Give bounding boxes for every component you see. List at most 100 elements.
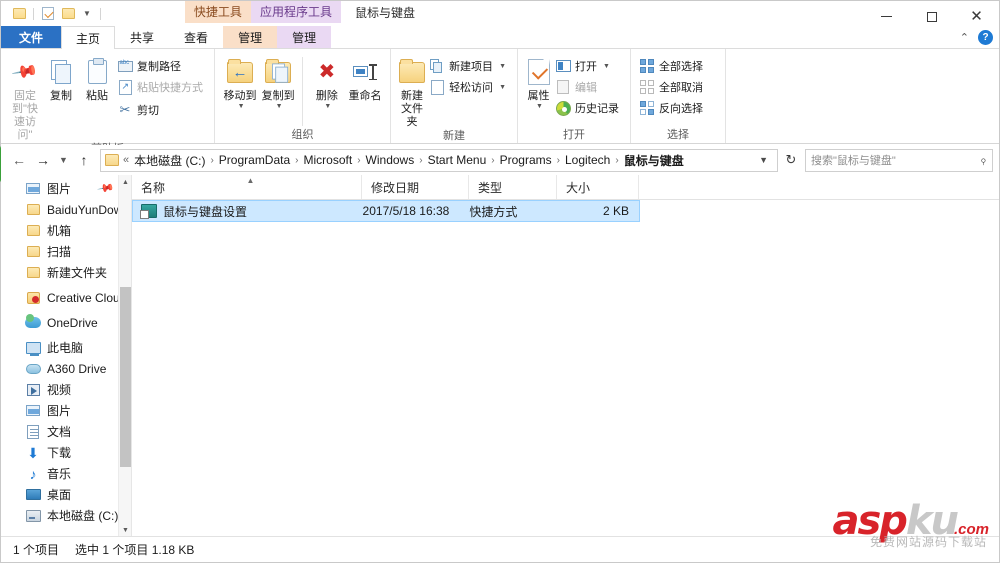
sidebar-item-videos[interactable]: 视频 bbox=[1, 379, 131, 400]
sidebar-item-local-disk-c[interactable]: 本地磁盘 (C:) bbox=[1, 505, 131, 526]
sidebar-item-saomiao[interactable]: 扫描 bbox=[1, 241, 131, 262]
copy-button[interactable]: 复制 bbox=[43, 53, 79, 103]
copy-path-button[interactable]: 复制路径 bbox=[115, 56, 208, 76]
item-count-status: 1 个项目 bbox=[13, 543, 60, 557]
paste-shortcut-button[interactable]: 粘贴快捷方式 bbox=[115, 77, 208, 97]
ribbon-tab-manage-shortcut[interactable]: 管理 bbox=[223, 26, 278, 48]
qat-folder-icon[interactable] bbox=[11, 6, 27, 22]
contextual-tab-shortcut-tools[interactable]: 快捷工具 bbox=[184, 1, 251, 23]
sidebar-item-downloads[interactable]: ⬇ 下载 bbox=[1, 442, 131, 463]
refresh-button[interactable]: ↻ bbox=[780, 149, 802, 172]
move-to-chevron-down-icon[interactable]: ▼ bbox=[238, 103, 245, 110]
qat-customize-chevron-down-icon[interactable]: ▼ bbox=[80, 9, 94, 18]
move-to-icon: ← bbox=[227, 56, 254, 88]
pin-icon[interactable]: 📌 bbox=[97, 179, 116, 198]
ribbon-tab-view[interactable]: 查看 bbox=[169, 26, 223, 48]
search-input[interactable]: 搜索"鼠标与键盘" bbox=[811, 152, 980, 168]
forward-button[interactable]: → bbox=[31, 148, 55, 172]
qat-newfolder-icon[interactable] bbox=[60, 6, 76, 22]
edit-button[interactable]: 编辑 bbox=[553, 77, 624, 97]
copy-to-chevron-down-icon[interactable]: ▼ bbox=[276, 103, 283, 110]
table-row[interactable]: 鼠标与键盘设置 2017/5/18 16:38 快捷方式 2 KB bbox=[132, 200, 640, 222]
up-button[interactable]: ↑ bbox=[72, 148, 96, 172]
rename-button[interactable]: 重命名 bbox=[346, 53, 384, 103]
breadcrumb-item-6[interactable]: Logitech bbox=[562, 152, 613, 168]
sidebar-item-documents[interactable]: 文档 bbox=[1, 421, 131, 442]
breadcrumb-separator-2[interactable]: › bbox=[355, 155, 362, 166]
scroll-up-chevron-up-icon[interactable]: ▲ bbox=[119, 175, 131, 189]
scrollbar-thumb[interactable] bbox=[120, 287, 131, 467]
paste-button[interactable]: 粘贴 bbox=[79, 53, 115, 103]
breadcrumb-item-2[interactable]: Microsoft bbox=[301, 152, 356, 168]
sidebar-item-desktop[interactable]: 桌面 bbox=[1, 484, 131, 505]
qat-properties-icon[interactable] bbox=[40, 6, 56, 22]
sidebar-item-a360-drive[interactable]: A360 Drive bbox=[1, 358, 131, 379]
navigation-scrollbar[interactable]: ▲ ▼ bbox=[118, 175, 131, 537]
sidebar-item-pictures-quick[interactable]: 图片 📌 bbox=[1, 178, 131, 199]
file-name-cell: 鼠标与键盘设置 bbox=[133, 203, 363, 220]
new-item-button[interactable]: 新建项目 ▼ bbox=[427, 56, 511, 76]
breadcrumb-item-5[interactable]: Programs bbox=[497, 152, 555, 168]
delete-button[interactable]: ✖ 删除 ▼ bbox=[308, 53, 346, 110]
sidebar-item-new-folder[interactable]: 新建文件夹 bbox=[1, 262, 131, 283]
breadcrumb-overflow-icon[interactable]: « bbox=[123, 154, 131, 166]
help-icon[interactable]: ? bbox=[978, 30, 993, 45]
breadcrumb-item-0[interactable]: 本地磁盘 (C:) bbox=[131, 151, 208, 170]
column-header-name[interactable]: 名称 ▲ bbox=[132, 175, 362, 199]
history-button[interactable]: 历史记录 bbox=[553, 98, 624, 118]
documents-icon bbox=[25, 424, 41, 440]
ribbon-tab-file[interactable]: 文件 bbox=[1, 26, 62, 48]
rename-icon bbox=[352, 56, 377, 88]
delete-chevron-down-icon[interactable]: ▼ bbox=[324, 103, 331, 110]
organize-divider bbox=[302, 57, 303, 126]
scroll-down-chevron-down-icon[interactable]: ▼ bbox=[119, 523, 131, 537]
copy-to-button[interactable]: 复制到 ▼ bbox=[259, 53, 297, 110]
properties-chevron-down-icon[interactable]: ▼ bbox=[536, 103, 543, 110]
sidebar-item-baiduyundownload[interactable]: BaiduYunDownload bbox=[1, 199, 131, 220]
select-none-button[interactable]: 全部取消 bbox=[637, 77, 708, 97]
invert-selection-button[interactable]: 反向选择 bbox=[637, 98, 708, 118]
sidebar-item-this-pc[interactable]: 此电脑 bbox=[1, 337, 131, 358]
easy-access-button[interactable]: 轻松访问 ▼ bbox=[427, 77, 511, 97]
breadcrumb-item-7[interactable]: 鼠标与键盘 bbox=[621, 151, 687, 170]
column-header-date-modified[interactable]: 修改日期 bbox=[362, 175, 469, 199]
new-item-chevron-down-icon[interactable]: ▼ bbox=[499, 63, 506, 70]
ribbon-tab-home[interactable]: 主页 bbox=[61, 26, 116, 49]
ribbon-tab-manage-application[interactable]: 管理 bbox=[277, 26, 332, 48]
breadcrumb-separator-1[interactable]: › bbox=[293, 155, 300, 166]
search-box[interactable]: 搜索"鼠标与键盘" ⌕ bbox=[805, 148, 993, 172]
open-chevron-down-icon[interactable]: ▼ bbox=[603, 63, 610, 70]
recent-locations-button[interactable]: ▼ bbox=[55, 148, 72, 172]
sidebar-item-pictures[interactable]: 图片 bbox=[1, 400, 131, 421]
move-to-button[interactable]: ← 移动到 ▼ bbox=[221, 53, 259, 110]
breadcrumb-separator-0[interactable]: › bbox=[208, 155, 215, 166]
open-icon bbox=[555, 58, 571, 74]
cut-button[interactable]: ✂ 剪切 bbox=[115, 100, 208, 120]
back-button[interactable]: ← bbox=[7, 148, 31, 172]
address-breadcrumb-bar[interactable]: « 本地磁盘 (C:) › ProgramData › Microsoft › … bbox=[100, 148, 778, 172]
breadcrumb-item-1[interactable]: ProgramData bbox=[216, 152, 293, 168]
contextual-tab-application-tools[interactable]: 应用程序工具 bbox=[250, 1, 341, 23]
sidebar-item-creative-cloud-files[interactable]: Creative Cloud Files bbox=[1, 287, 131, 308]
breadcrumb-separator-6[interactable]: › bbox=[613, 155, 620, 166]
properties-button[interactable]: 属性 ▼ bbox=[524, 53, 553, 110]
select-all-button[interactable]: 全部选择 bbox=[637, 56, 708, 76]
sidebar-item-music[interactable]: ♪ 音乐 bbox=[1, 463, 131, 484]
breadcrumb-separator-3[interactable]: › bbox=[417, 155, 424, 166]
pin-to-quick-access-button[interactable]: 📌 固定到"快 速访问" bbox=[7, 53, 43, 142]
open-button[interactable]: 打开 ▼ bbox=[553, 56, 624, 76]
breadcrumb-item-4[interactable]: Start Menu bbox=[425, 152, 490, 168]
column-header-size[interactable]: 大小 bbox=[557, 175, 639, 199]
breadcrumb-item-3[interactable]: Windows bbox=[363, 152, 418, 168]
address-chevron-down-icon[interactable]: ▼ bbox=[752, 155, 775, 165]
breadcrumb-separator-4[interactable]: › bbox=[489, 155, 496, 166]
collapse-ribbon-chevron-up-icon[interactable]: ⌃ bbox=[960, 31, 969, 44]
new-folder-button[interactable]: 新建 文件夹 bbox=[397, 53, 427, 129]
breadcrumb-separator-5[interactable]: › bbox=[555, 155, 562, 166]
sidebar-item-onedrive[interactable]: OneDrive bbox=[1, 312, 131, 333]
ribbon-tab-share[interactable]: 共享 bbox=[115, 26, 169, 48]
file-type-cell: 快捷方式 bbox=[469, 204, 518, 219]
column-header-type[interactable]: 类型 bbox=[469, 175, 557, 199]
sidebar-item-jixiang[interactable]: 机箱 bbox=[1, 220, 131, 241]
easy-access-chevron-down-icon[interactable]: ▼ bbox=[499, 84, 506, 91]
